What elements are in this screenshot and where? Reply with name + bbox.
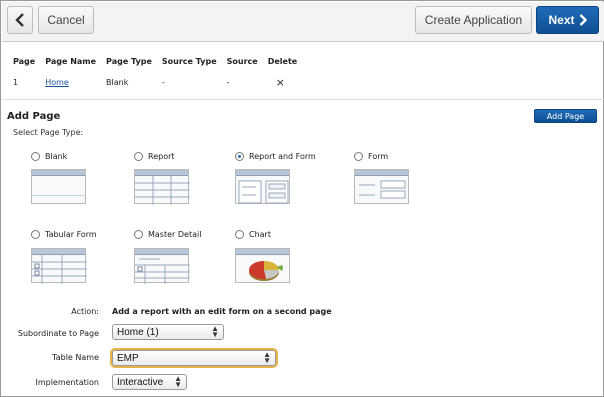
tabular-form-thumbnail[interactable] [31,248,87,284]
next-label: Next [548,13,575,27]
option-label: Tabular Form [45,230,97,239]
cell-page-type: Blank [106,78,129,87]
updown-arrow-icon: ▲ ▼ [263,350,271,365]
page-name-link[interactable]: Home [45,78,69,87]
next-button[interactable]: Next [536,6,599,34]
implementation-label: Implementation [35,378,99,387]
divider [2,99,604,100]
subordinate-to-page-select[interactable]: Home (1) ▲ ▼ [112,324,224,340]
master-detail-thumbnail[interactable] [134,248,190,284]
table-name-value: EMP [117,352,139,364]
cell-page: 1 [13,78,19,87]
table-name-label: Table Name [52,353,99,362]
subordinate-value: Home (1) [117,326,159,338]
blank-page-thumbnail[interactable] [31,169,86,204]
implementation-select[interactable]: Interactive ▲ ▼ [112,374,187,390]
table-header-row: Page Page Name Page Type Source Type Sou… [13,57,307,71]
select-page-type-label: Select Page Type: [13,128,84,137]
option-label: Master Detail [148,230,202,239]
table-name-select[interactable]: EMP ▲ ▼ [112,350,276,366]
chevron-right-icon [579,14,587,26]
implementation-value: Interactive [117,376,164,388]
column-header-source: Source [226,57,258,66]
wizard-window: Cancel Create Application Next Page Page… [0,0,604,397]
column-header-page: Page [13,57,36,66]
radio-master-detail[interactable] [134,230,143,239]
add-page-heading: Add Page [7,111,61,122]
radio-tabular-form[interactable] [31,230,40,239]
create-application-button[interactable]: Create Application [415,6,532,34]
radio-chart[interactable] [235,230,244,239]
chart-thumbnail[interactable] [235,248,290,283]
column-header-page-name: Page Name [45,57,97,66]
page-type-option-blank[interactable]: Blank [31,152,67,161]
pie-chart-icon [248,261,283,281]
cancel-button[interactable]: Cancel [38,6,94,34]
back-button[interactable] [7,6,33,34]
page-type-option-report[interactable]: Report [134,152,175,161]
action-label: Action: [71,307,99,316]
column-header-page-type: Page Type [106,57,152,66]
page-type-option-report-and-form[interactable]: Report and Form [235,152,316,161]
cell-source-type: - [161,78,165,87]
option-label: Report [148,152,175,161]
page-type-option-chart[interactable]: Chart [235,230,271,239]
option-label: Report and Form [249,152,316,161]
report-and-form-thumbnail[interactable] [235,169,290,204]
option-label: Blank [45,152,68,161]
option-label: Chart [249,230,271,239]
column-header-delete: Delete [267,57,298,66]
page-type-option-master-detail[interactable]: Master Detail [134,230,201,239]
pages-table: Page Page Name Page Type Source Type Sou… [13,57,307,89]
radio-blank[interactable] [31,152,40,161]
chevron-left-icon [15,13,24,27]
option-label: Form [368,152,389,161]
form-thumbnail[interactable] [354,169,409,204]
page-type-option-form[interactable]: Form [354,152,388,161]
radio-report[interactable] [134,152,143,161]
radio-report-and-form[interactable] [235,152,244,161]
cell-source: - [226,78,230,87]
updown-arrow-icon: ▲ ▼ [174,374,182,389]
report-thumbnail[interactable] [134,169,190,205]
table-row: 1 Home Blank - - × [13,71,307,89]
action-value: Add a report with an edit form on a seco… [112,307,332,316]
radio-form[interactable] [354,152,363,161]
add-page-button[interactable]: Add Page [534,109,597,123]
column-header-source-type: Source Type [161,57,217,66]
updown-arrow-icon: ▲ ▼ [211,324,219,339]
page-type-option-tabular-form[interactable]: Tabular Form [31,230,97,239]
subordinate-label: Subordinate to Page [17,329,99,338]
delete-icon[interactable]: × [276,76,285,89]
